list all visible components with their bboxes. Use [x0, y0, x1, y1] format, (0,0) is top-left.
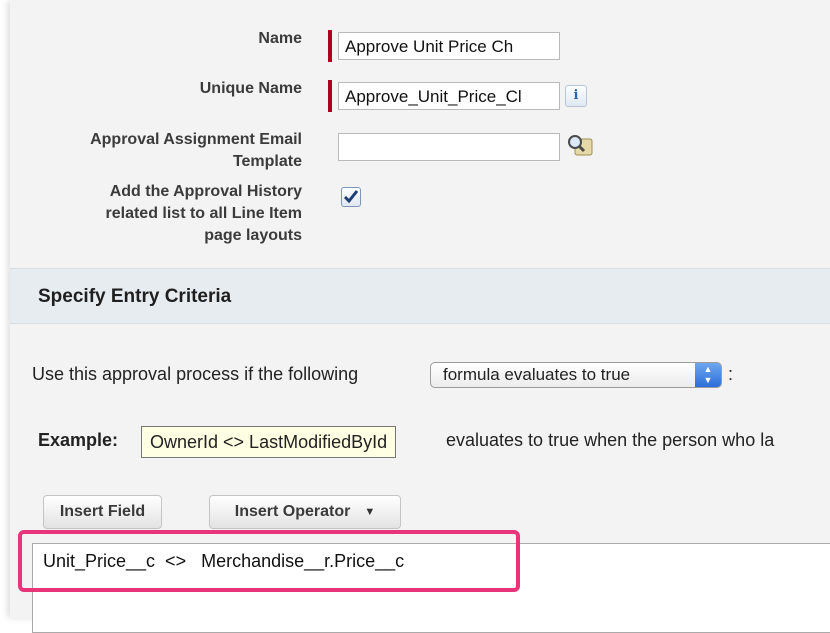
email-template-label-line: Template [232, 153, 302, 170]
criteria-select[interactable]: formula evaluates to true ▲ ▼ [430, 362, 722, 388]
insert-field-button[interactable]: Insert Field [43, 495, 162, 529]
email-template-label-line: Approval Assignment Email [90, 131, 302, 148]
email-template-label: Approval Assignment Email Template [90, 129, 302, 173]
insert-operator-button[interactable]: Insert Operator ▼ [209, 495, 401, 529]
entry-criteria-section-header: Specify Entry Criteria [10, 268, 830, 324]
process-details-form: Name Approve Unit Price Ch Unique Name A… [10, 0, 830, 268]
formula-highlight-callout [18, 530, 520, 592]
colon-text: : [728, 364, 734, 384]
required-indicator [328, 80, 332, 112]
magnifier-lookup-icon[interactable] [566, 133, 594, 157]
required-indicator [328, 30, 332, 62]
approval-history-label: Add the Approval History related list to… [106, 181, 303, 247]
approval-history-label-line: related list to all Line Item [105, 205, 303, 222]
name-input[interactable]: Approve Unit Price Ch [338, 32, 560, 60]
unique-name-label: Unique Name [199, 80, 302, 97]
checkmark-icon [343, 190, 359, 204]
approval-history-checkbox[interactable] [341, 187, 361, 207]
insert-field-button-label: Insert Field [59, 503, 146, 520]
approval-history-label-line: page layouts [204, 227, 302, 244]
criteria-select-value: formula evaluates to true [443, 365, 631, 384]
example-label: Example: [38, 430, 119, 450]
email-template-input[interactable] [338, 133, 560, 161]
info-icon[interactable]: i [565, 85, 587, 107]
setup-panel: Name Approve Unit Price Ch Unique Name A… [10, 0, 830, 633]
name-label: Name [258, 30, 302, 47]
up-down-arrows-icon: ▲ ▼ [695, 363, 721, 387]
example-description: evaluates to true when the person who la [446, 430, 775, 450]
triangle-down-icon: ▼ [364, 506, 376, 518]
approval-history-label-line: Add the Approval History [109, 183, 302, 200]
section-title: Specify Entry Criteria [38, 286, 232, 307]
example-code: OwnerId <> LastModifiedById [141, 426, 397, 458]
use-process-text: Use this approval process if the followi… [32, 364, 359, 384]
unique-name-input[interactable]: Approve_Unit_Price_Cl [338, 82, 560, 110]
insert-operator-button-label: Insert Operator [234, 503, 351, 521]
